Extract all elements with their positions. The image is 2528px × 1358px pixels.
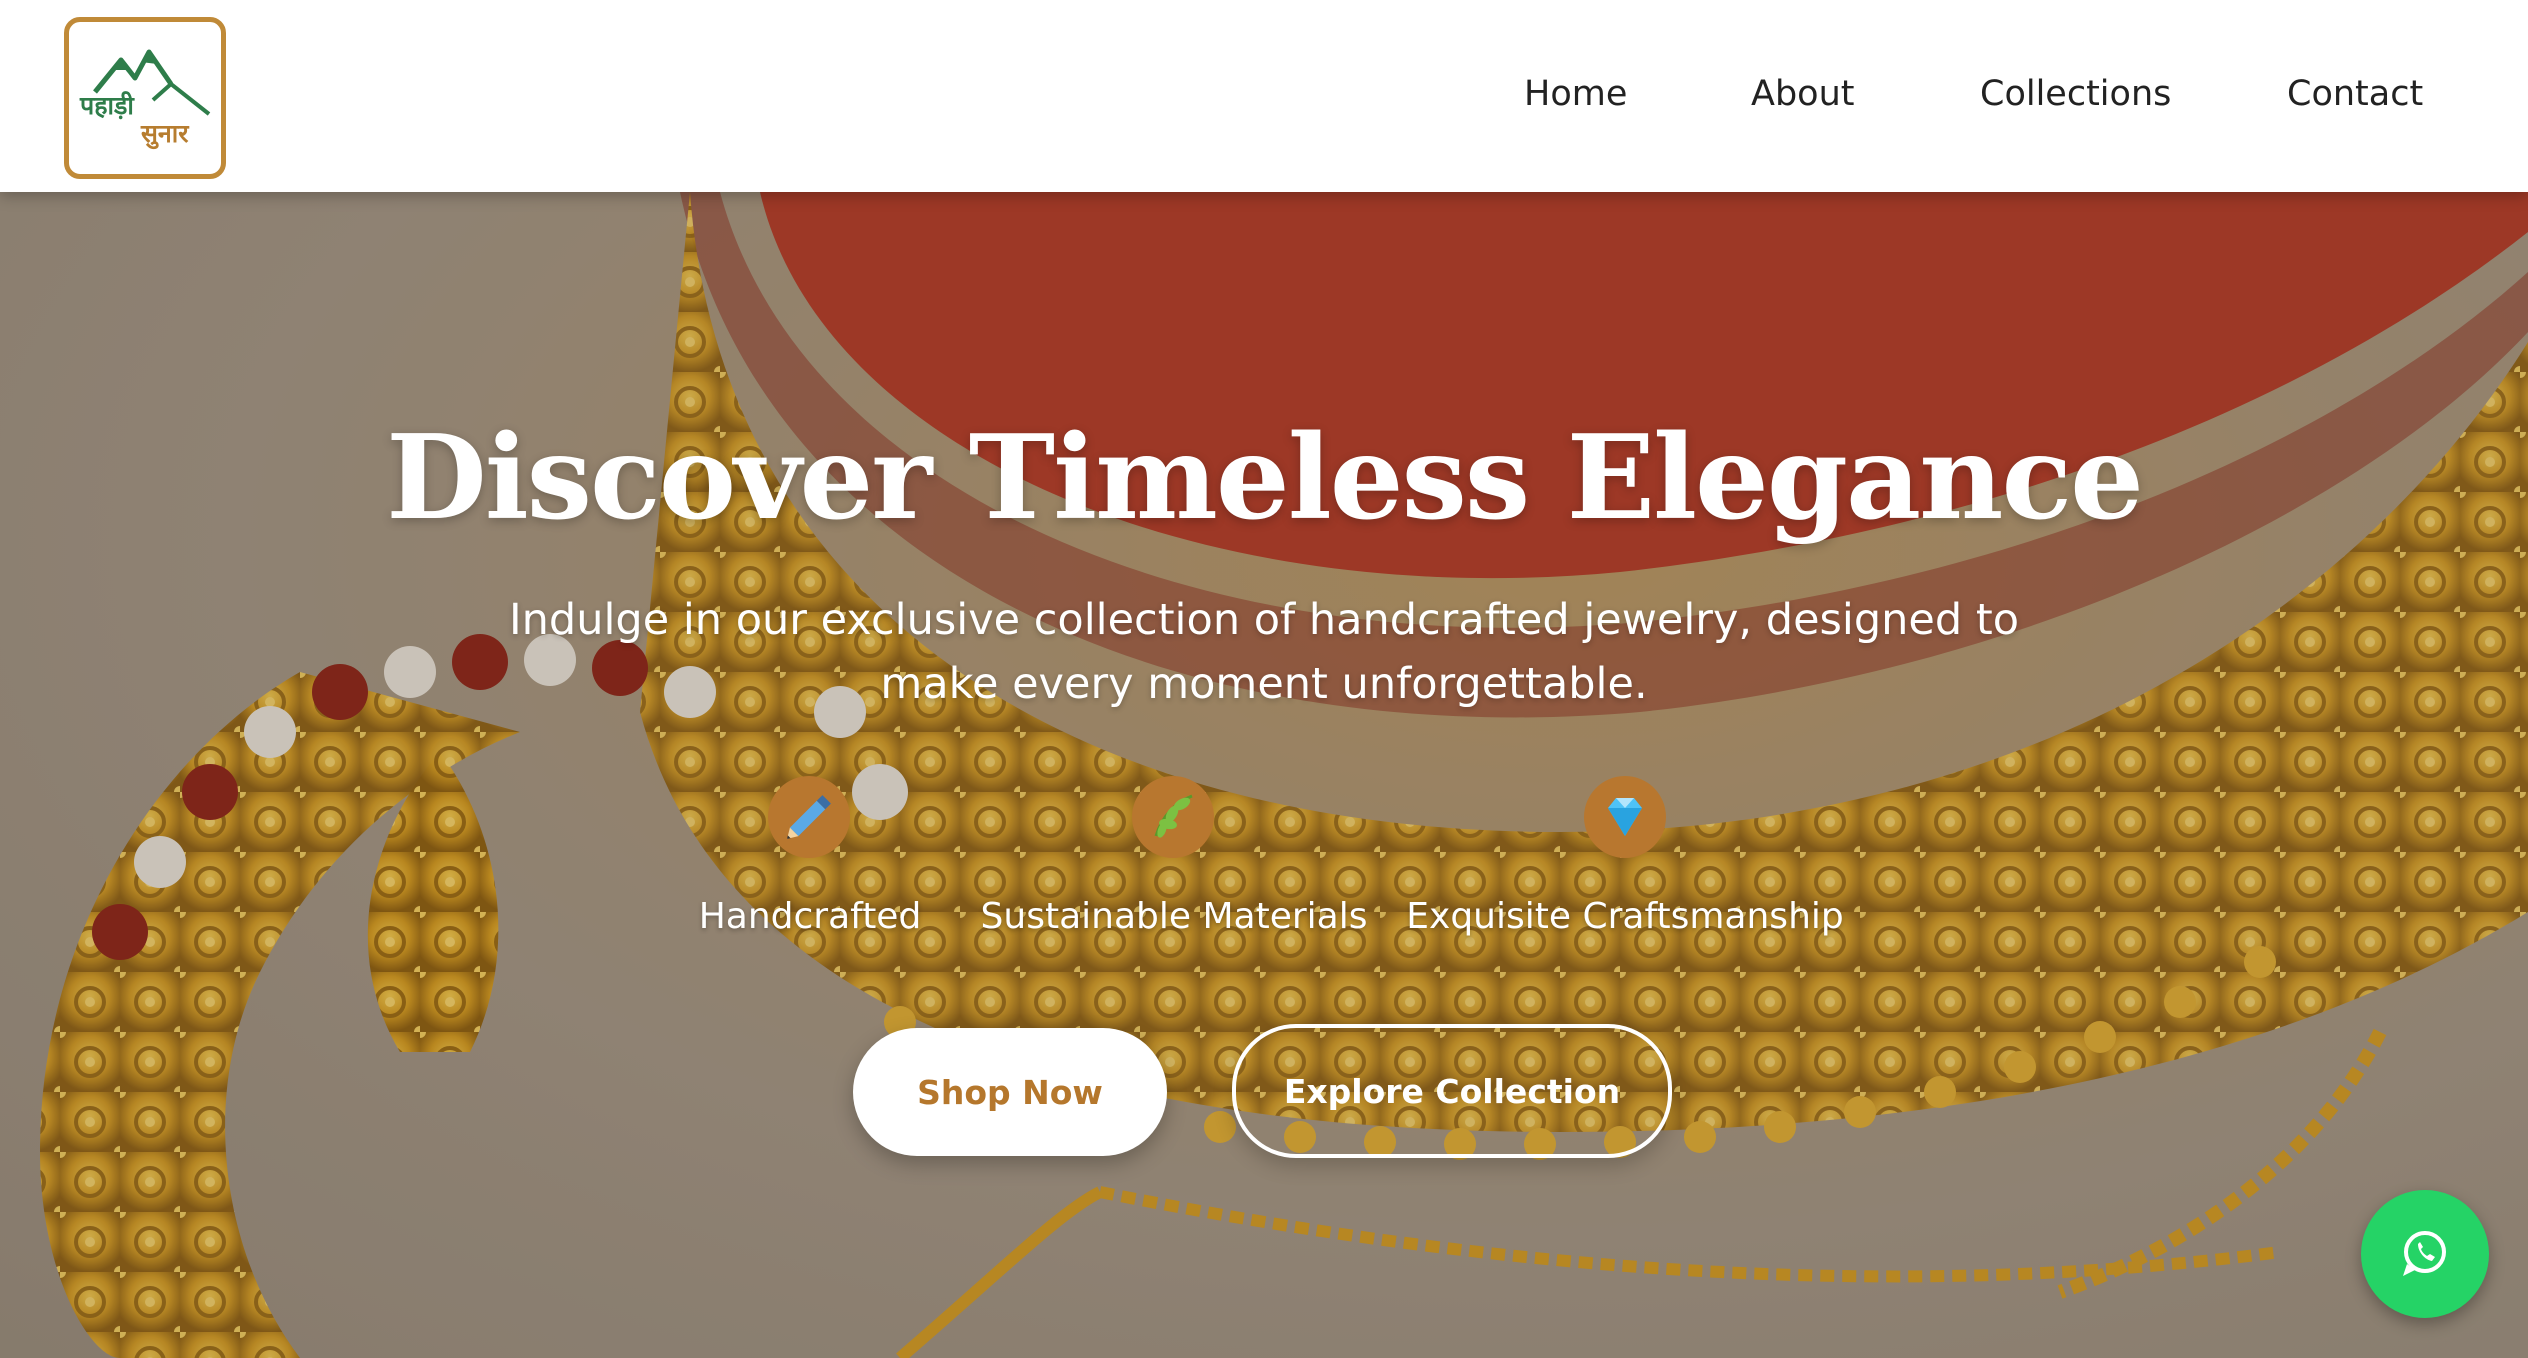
- nav-link-about[interactable]: About: [1751, 74, 1854, 114]
- hero-subtitle: Indulge in our exclusive collection of h…: [500, 588, 2028, 716]
- logo-text-secondary: सुनार: [141, 119, 189, 148]
- feature-label-sustainable: Sustainable Materials: [980, 896, 1368, 937]
- hero-section: Discover Timeless Elegance Indulge in ou…: [0, 192, 2528, 1358]
- shop-now-button[interactable]: Shop Now: [853, 1028, 1167, 1156]
- whatsapp-icon: [2403, 1231, 2446, 1276]
- pencil-icon: [768, 776, 850, 858]
- nav-link-contact[interactable]: Contact: [2287, 74, 2423, 114]
- leaf-icon: [1132, 776, 1214, 858]
- hero-subtitle-line2: make every moment unforgettable.: [880, 659, 1648, 709]
- hero-title: Discover Timeless Elegance: [386, 410, 2144, 546]
- site-header: पहाड़ी सुनार Home About Collections Cont…: [0, 0, 2528, 192]
- explore-collection-button[interactable]: Explore Collection: [1232, 1024, 1672, 1158]
- nav-link-collections[interactable]: Collections: [1980, 74, 2171, 114]
- nav-link-home[interactable]: Home: [1524, 74, 1627, 114]
- hero-subtitle-line1: Indulge in our exclusive collection of h…: [508, 595, 2020, 645]
- logo-text-primary: पहाड़ी: [80, 91, 134, 120]
- feature-label-handcrafted: Handcrafted: [698, 896, 922, 937]
- hero-overlay: [0, 192, 2528, 1358]
- feature-label-craftsmanship: Exquisite Craftsmanship: [1406, 896, 1844, 937]
- diamond-icon: [1584, 776, 1666, 858]
- whatsapp-chat-button[interactable]: [2361, 1190, 2489, 1318]
- brand-logo[interactable]: पहाड़ी सुनार: [64, 17, 226, 179]
